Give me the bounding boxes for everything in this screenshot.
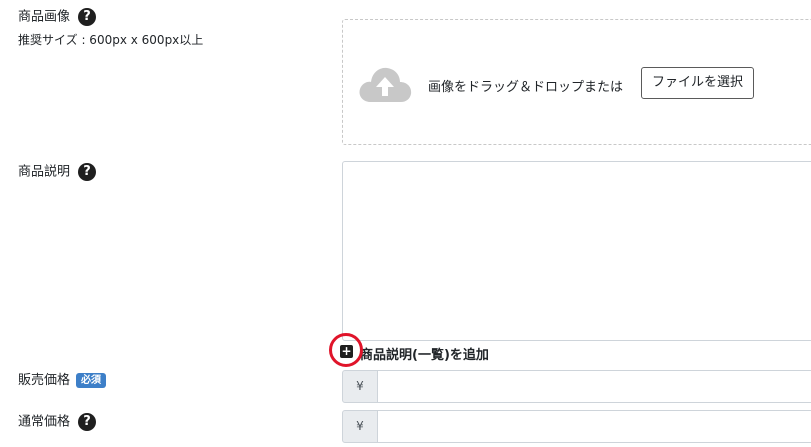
product-description-label-row: 商品説明? (18, 163, 97, 181)
sale-price-input[interactable] (377, 370, 811, 403)
yen-addon: ¥ (342, 370, 378, 403)
regular-price-label-row: 通常価格? (18, 413, 97, 431)
regular-price-input-group: ¥ (342, 410, 811, 443)
image-size-hint: 推奨サイズ : 600px x 600px以上 (18, 33, 204, 47)
regular-price-label: 通常価格 (18, 414, 71, 430)
help-icon[interactable]: ? (78, 8, 97, 26)
sale-price-label: 販売価格 (18, 373, 71, 388)
product-edit-form: 商品画像? 推奨サイズ : 600px x 600px以上 画像をドラッグ＆ドロ… (0, 0, 811, 447)
image-dropzone[interactable]: 画像をドラッグ＆ドロップまたは ファイルを選択 (342, 19, 811, 145)
required-badge: 必須 (76, 373, 107, 388)
sale-price-label-row: 販売価格 必須 (18, 373, 107, 389)
highlight-circle (329, 333, 363, 367)
yen-addon: ¥ (342, 410, 378, 443)
help-icon[interactable]: ? (78, 413, 97, 431)
add-list-description-label: 商品説明(一覧)を追加 (360, 348, 489, 363)
help-icon[interactable]: ? (78, 163, 97, 181)
product-description-textarea[interactable] (342, 161, 811, 341)
choose-file-button[interactable]: ファイルを選択 (641, 67, 755, 99)
product-description-label: 商品説明 (18, 164, 71, 180)
cloud-upload-icon (359, 67, 412, 102)
product-image-label-row: 商品画像? (18, 8, 97, 26)
sale-price-input-group: ¥ (342, 370, 811, 403)
dropzone-text: 画像をドラッグ＆ドロップまたは (428, 80, 624, 95)
regular-price-input[interactable] (377, 410, 811, 443)
product-image-label: 商品画像 (18, 9, 71, 25)
